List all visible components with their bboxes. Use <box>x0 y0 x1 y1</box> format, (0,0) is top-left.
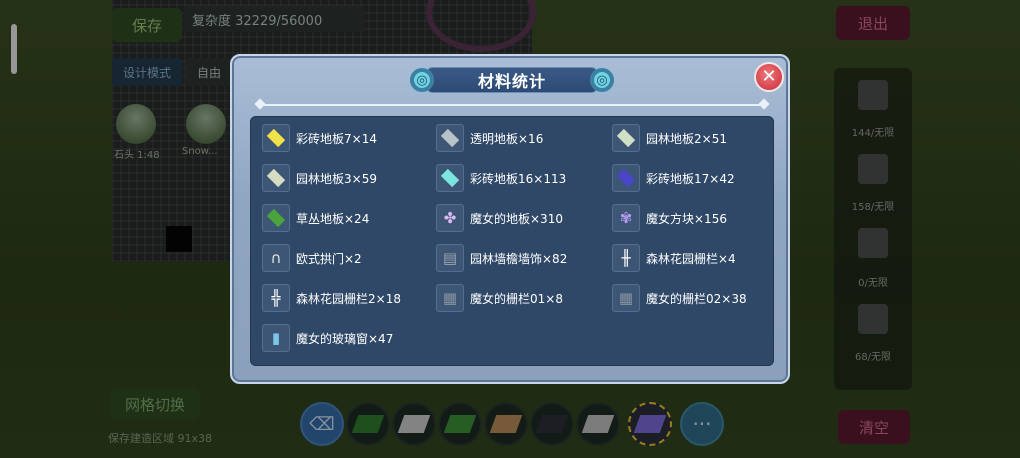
swirl-icon: ◎ <box>590 68 614 92</box>
witch-floor-icon: ✤ <box>436 204 464 232</box>
witch-fence-icon: ▦ <box>612 284 640 312</box>
list-item: 彩砖地板17×42 <box>612 164 735 192</box>
list-item: ╬ 森林花园栅栏2×18 <box>262 284 401 312</box>
divider <box>254 98 770 110</box>
close-button[interactable]: ✕ <box>754 62 784 92</box>
garden-floor-icon <box>612 124 640 152</box>
list-item: ▦ 魔女的栅栏01×8 <box>436 284 563 312</box>
list-item: ✤ 魔女的地板×310 <box>436 204 563 232</box>
material-list: 彩砖地板7×14 透明地板×16 园林地板2×51 园林地板3×59 彩砖地板1… <box>250 116 774 366</box>
fence-icon: ╬ <box>262 284 290 312</box>
garden-floor-icon <box>262 164 290 192</box>
list-item: ▤ 园林墙檐墙饰×82 <box>436 244 567 272</box>
list-item: 园林地板2×51 <box>612 124 727 152</box>
transparent-floor-icon <box>436 124 464 152</box>
list-item: ▦ 魔女的栅栏02×38 <box>612 284 747 312</box>
dialog-title: 材料统计 <box>477 72 546 91</box>
list-item: 彩砖地板16×113 <box>436 164 566 192</box>
list-item: ▮ 魔女的玻璃窗×47 <box>262 324 393 352</box>
cyan-floor-icon <box>436 164 464 192</box>
fence-icon: ╫ <box>612 244 640 272</box>
material-stats-dialog: ◎ 材料统计 ◎ ✕ 彩砖地板7×14 透明地板×16 园林地板2×51 园林地… <box>230 54 790 384</box>
glass-window-icon: ▮ <box>262 324 290 352</box>
list-item: ╫ 森林花园栅栏×4 <box>612 244 736 272</box>
yellow-floor-icon <box>262 124 290 152</box>
list-item: 草丛地板×24 <box>262 204 369 232</box>
list-item: 透明地板×16 <box>436 124 543 152</box>
list-item: ✾ 魔女方块×156 <box>612 204 727 232</box>
list-item: ∩ 欧式拱门×2 <box>262 244 362 272</box>
list-item: 彩砖地板7×14 <box>262 124 377 152</box>
eave-icon: ▤ <box>436 244 464 272</box>
swirl-icon: ◎ <box>410 68 434 92</box>
witch-block-icon: ✾ <box>612 204 640 232</box>
arch-door-icon: ∩ <box>262 244 290 272</box>
blue-floor-icon <box>612 164 640 192</box>
list-item: 园林地板3×59 <box>262 164 377 192</box>
grass-floor-icon <box>262 204 290 232</box>
dialog-header: ◎ 材料统计 ◎ <box>410 66 614 94</box>
witch-fence-icon: ▦ <box>436 284 464 312</box>
